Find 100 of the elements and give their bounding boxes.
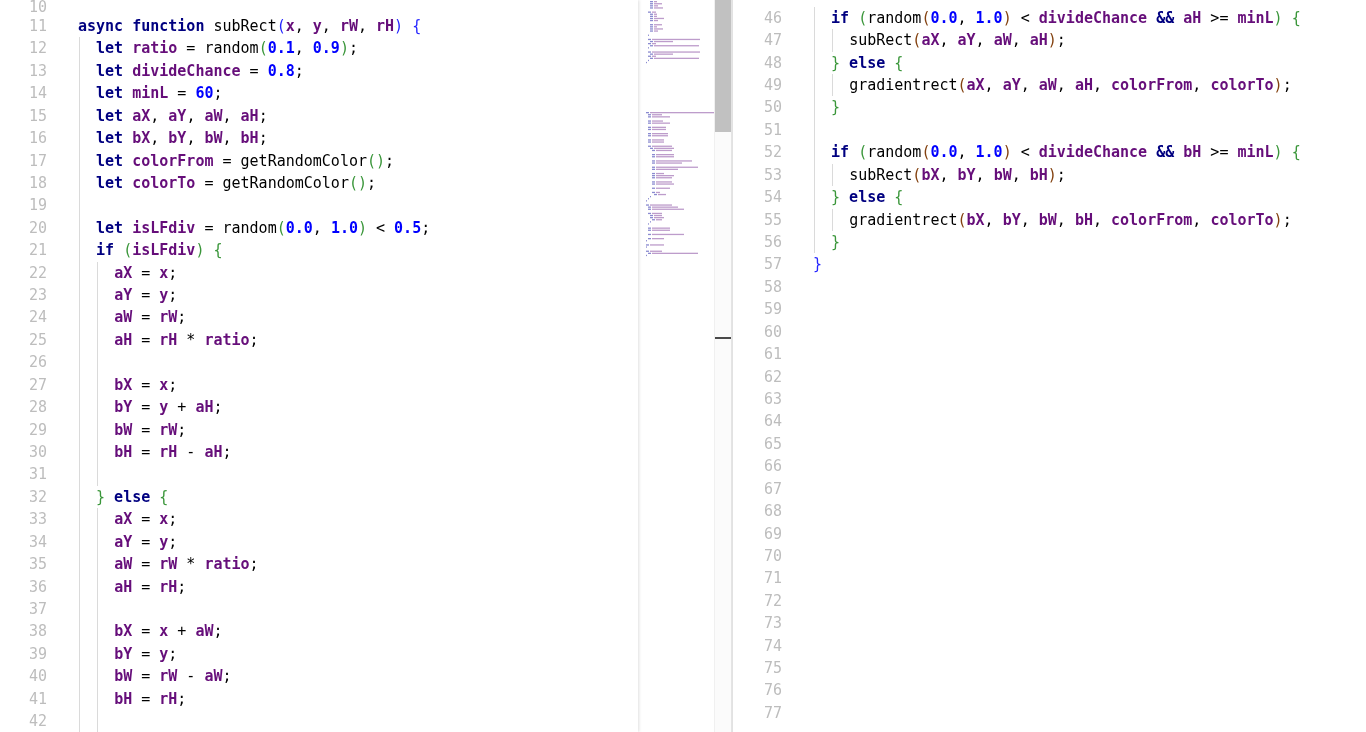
line-number: 54 [762,187,782,209]
line-number: 77 [762,702,782,724]
line-number: 10 [27,0,47,15]
line-number: 49 [762,75,782,97]
line-number: 70 [762,545,782,567]
code-line: aH = rH * ratio; [114,329,259,351]
code-line: } [831,232,841,253]
line-number: 75 [762,658,782,680]
code-line: bW = rW; [114,419,187,441]
code-line: async function subRect(x, y, rW, rH) { [78,16,422,37]
line-number: 23 [27,285,47,307]
line-number: 74 [762,635,782,657]
code-line: let bX, bY, bW, bH; [96,128,268,150]
code-line: aW = rW; [114,307,187,329]
line-number: 12 [27,38,47,60]
line-number: 72 [762,590,782,612]
line-number: 46 [762,7,782,29]
code-line: let colorFrom = getRandomColor(); [96,150,395,172]
line-number: 39 [27,643,47,665]
line-number: 30 [27,442,47,463]
line-number: 27 [27,374,47,396]
scrollbar-thumb[interactable] [715,0,731,132]
line-number: 51 [762,119,782,141]
line-number: 76 [762,680,782,702]
line-number: 17 [27,150,47,172]
line-number: 36 [27,576,47,598]
line-number: 42 [27,711,47,732]
line-number: 66 [762,456,782,478]
line-number: 67 [762,478,782,500]
line-number: 14 [27,83,47,105]
code-line: if (random(0.0, 1.0) < divideChance && aH >= minL) { [831,7,1301,29]
code-line: aW = rW * ratio; [114,554,259,576]
code-line: subRect(aX, aY, aW, aH); [849,30,1066,52]
line-number: 69 [762,523,782,545]
code-line: gradientrect(bX, bY, bW, bH, colorFrom, colorTo); [849,209,1292,231]
code-line: aH = rH; [114,576,187,598]
code-line: aY = y; [114,531,178,553]
code-line: bY = y + aH; [114,397,223,419]
line-number: 41 [27,688,47,710]
line-number: 38 [27,621,47,643]
code-line: let divideChance = 0.8; [96,60,304,82]
line-number: 64 [762,411,782,433]
code-line: } else { [831,52,904,74]
line-number: 61 [762,344,782,366]
code-line: subRect(bX, bY, bW, bH); [849,164,1066,186]
line-number: 13 [27,60,47,82]
line-number: 53 [762,164,782,186]
code-line: bH = rH; [114,688,187,710]
line-number: 21 [27,240,47,262]
line-number: 58 [762,276,782,298]
code-line: let ratio = random(0.1, 0.9); [96,38,358,60]
code-line: gradientrect(aX, aY, aW, aH, colorFrom, colorTo); [849,75,1292,97]
line-number: 62 [762,366,782,388]
line-number: 60 [762,321,782,343]
line-number: 33 [27,509,47,531]
ruler-mark-icon [715,337,731,339]
line-number: 35 [27,554,47,576]
code-line: } [831,97,841,119]
code-line: let aX, aY, aW, aH; [96,105,268,127]
line-number: 11 [27,16,47,37]
line-number: 37 [27,598,47,620]
line-number: 59 [762,299,782,321]
code-line: bW = rW - aW; [114,666,232,688]
code-line: if (random(0.0, 1.0) < divideChance && bH >= minL) { [831,142,1301,164]
line-number: 71 [762,568,782,590]
code-line: } else { [96,486,169,508]
line-number: 32 [27,486,47,508]
line-number: 52 [762,142,782,164]
line-number: 16 [27,128,47,150]
line-number: 40 [27,666,47,688]
code-line: } [813,254,823,276]
code-line: bX = x + aW; [114,621,223,643]
line-number: 15 [27,105,47,127]
code-line: bY = y; [114,643,178,665]
code-line: aY = y; [114,285,178,307]
line-number: 68 [762,501,782,523]
line-number: 26 [27,352,47,374]
line-number: 28 [27,397,47,419]
code-line: let minL = 60; [96,83,223,105]
code-line: bH = rH - aH; [114,442,232,463]
code-line: aX = x; [114,262,178,284]
line-number: 22 [27,262,47,284]
line-number: 25 [27,329,47,351]
line-number: 55 [762,209,782,231]
line-number: 63 [762,388,782,410]
scrollbar[interactable] [714,0,732,732]
line-number: 48 [762,52,782,74]
line-number: 31 [27,464,47,486]
line-number: 73 [762,613,782,635]
code-line: aX = x; [114,509,178,531]
line-number: 29 [27,419,47,441]
line-number: 65 [762,433,782,455]
line-number: 56 [762,232,782,253]
code-line: } else { [831,187,904,209]
code-line: let isLFdiv = random(0.0, 1.0) < 0.5; [96,217,431,239]
code-line: let colorTo = getRandomColor(); [96,172,377,194]
line-number: 19 [27,195,47,217]
line-number: 47 [762,30,782,52]
line-number: 18 [27,172,47,194]
line-number: 24 [27,307,47,329]
